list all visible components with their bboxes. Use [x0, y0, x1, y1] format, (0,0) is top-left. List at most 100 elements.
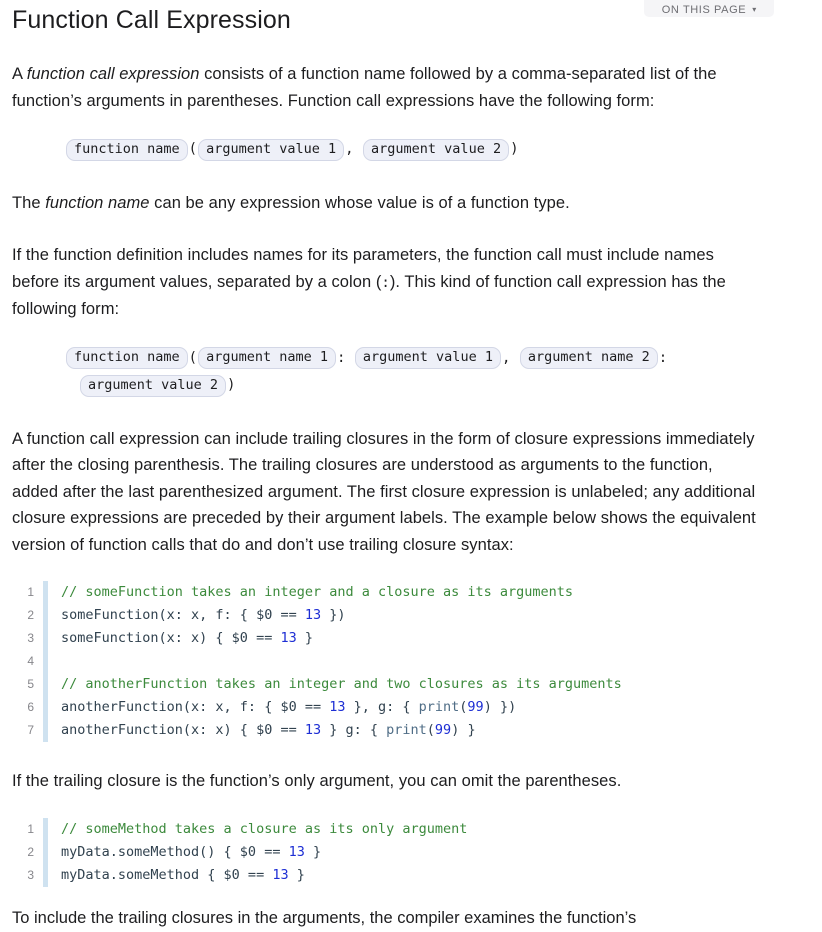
code-gutter-rule	[43, 673, 48, 696]
code-line-text: someFunction(x: x) { $0 == 13 }	[61, 627, 810, 650]
placeholder-argument-name-2: argument name 2	[519, 347, 658, 369]
code-token-plain: })	[321, 607, 346, 623]
code-token-func: print	[418, 699, 460, 715]
code-line-text: myData.someMethod() { $0 == 13 }	[61, 841, 810, 864]
code-token-comment: // anotherFunction takes an integer and …	[61, 676, 622, 692]
paragraph-named-parameters: If the function definition includes name…	[12, 242, 756, 323]
code-gutter-rule	[43, 604, 48, 627]
code-token-plain: someFunction(x: x) { $0 ==	[61, 630, 281, 646]
code-line-number: 1	[27, 585, 34, 599]
placeholder-argument-value-1: argument value 1	[198, 138, 345, 161]
paragraph-omit-parens: If the trailing closure is the function’…	[12, 772, 622, 790]
code-token-num: 13	[280, 630, 297, 646]
paragraph-function-name: The function name can be any expression …	[12, 190, 756, 217]
code-line: 2 myData.someMethod() { $0 == 13 }	[12, 840, 810, 864]
syntax-close-paren: )	[227, 377, 236, 393]
code-line-text: // anotherFunction takes an integer and …	[61, 673, 810, 696]
syntax-comma: ,	[501, 349, 511, 366]
placeholder-function-name: function name	[66, 347, 188, 369]
code-line: 7 anotherFunction(x: x) { $0 == 13 } g: {…	[12, 719, 810, 742]
code-gutter-rule	[43, 719, 48, 742]
code-line: 2 someFunction(x: x, f: { $0 == 13 })	[12, 604, 810, 627]
paragraph-function-name-rest: can be any expression whose value is of …	[149, 193, 570, 212]
code-line-number: 2	[27, 844, 34, 859]
code-gutter-rule	[43, 627, 48, 650]
code-line: 4	[12, 650, 810, 673]
syntax-open-paren: (	[188, 141, 198, 157]
code-line: 6 anotherFunction(x: x, f: { $0 == 13 }, …	[12, 696, 810, 719]
code-token-num: 13	[304, 607, 322, 623]
syntax-close-paren: )	[510, 141, 519, 157]
code-gutter-rule	[43, 863, 48, 887]
code-line: 1 // someFunction takes an integer and a …	[12, 581, 810, 604]
code-token-plain: }	[288, 866, 305, 883]
chevron-down-icon: ▾	[752, 5, 757, 14]
syntax-colon-2: :	[658, 349, 668, 366]
code-token-plain: }	[296, 630, 313, 646]
code-token-plain: }	[304, 843, 322, 860]
code-token-num: 13	[304, 722, 322, 738]
code-token-num: 99	[467, 699, 484, 715]
syntax-form-named-line-2: argument value 2)	[66, 372, 810, 400]
code-line-number: 6	[27, 700, 34, 714]
paragraph-intro-emphasis: function call expression	[26, 65, 200, 83]
code-line: 5 // anotherFunction takes an integer and…	[12, 673, 810, 696]
paragraph-compiler-examines: To include the trailing closures in the …	[12, 909, 637, 927]
code-block-trailing-closures[interactable]: 1 // someFunction takes an integer and a …	[12, 581, 810, 742]
code-token-plain: myData.someMethod() { $0 ==	[61, 843, 289, 860]
on-this-page-dropdown[interactable]: ON THIS PAGE ▾	[644, 0, 774, 17]
code-line-text: anotherFunction(x: x, f: { $0 == 13 }, g…	[61, 696, 810, 719]
inline-code-colon: :	[381, 274, 390, 291]
paragraph-function-name-lead: The	[12, 193, 46, 212]
code-line-number: 1	[27, 821, 34, 836]
code-line-text: myData.someMethod { $0 == 13 }	[61, 864, 810, 887]
syntax-comma: ,	[345, 141, 354, 157]
placeholder-argument-name-1: argument name 1	[198, 347, 337, 369]
code-token-num: 99	[434, 722, 452, 738]
code-line-text	[61, 650, 810, 673]
placeholder-argument-value-1: argument value 1	[354, 347, 501, 369]
code-line-text: // someFunction takes an integer and a c…	[61, 581, 810, 604]
code-block-omit-parens[interactable]: 1 // someMethod takes a closure as its on…	[12, 817, 810, 887]
on-this-page-label: ON THIS PAGE	[661, 4, 747, 16]
article-content: Function Call Expression A function call…	[0, 5, 822, 887]
code-token-plain: }, g: {	[345, 699, 419, 715]
code-line: 3 myData.someMethod { $0 == 13 }	[12, 863, 810, 887]
code-line: 3 someFunction(x: x) { $0 == 13 }	[12, 627, 810, 650]
code-line-number: 5	[27, 677, 34, 691]
placeholder-function-name: function name	[66, 138, 188, 161]
code-gutter-rule	[43, 817, 48, 841]
code-gutter-rule	[43, 581, 48, 604]
code-gutter-rule	[43, 650, 48, 673]
code-line-number: 3	[27, 631, 34, 645]
code-token-func: print	[386, 722, 427, 738]
code-line-text: // someMethod takes a closure as its onl…	[61, 818, 810, 841]
paragraph-intro-lead: A	[12, 65, 27, 83]
code-token-plain: } g: {	[321, 722, 387, 738]
code-line: 1 // someMethod takes a closure as its on…	[12, 817, 810, 841]
code-token-comment: // someFunction takes an integer and a c…	[61, 584, 574, 600]
code-token-plain: (	[426, 722, 435, 738]
syntax-colon-1: :	[337, 349, 346, 366]
syntax-form-named: function name(argument name 1: argument …	[12, 345, 810, 400]
code-token-num: 13	[288, 843, 305, 860]
placeholder-argument-value-2: argument value 2	[363, 138, 510, 161]
paragraph-function-name-emphasis: function name	[45, 193, 150, 212]
code-token-plain: anotherFunction(x: x, f: { $0 ==	[61, 699, 330, 715]
code-gutter-rule	[43, 696, 48, 719]
code-token-plain: myData.someMethod { $0 ==	[61, 866, 273, 883]
code-gutter-rule	[43, 840, 48, 864]
placeholder-argument-value-2: argument value 2	[80, 374, 227, 397]
code-line-number: 2	[27, 608, 34, 622]
code-line-number: 3	[27, 867, 34, 882]
code-line-text: someFunction(x: x, f: { $0 == 13 })	[61, 604, 810, 627]
code-line-number: 4	[27, 654, 34, 668]
code-token-num: 13	[272, 866, 289, 883]
code-token-num: 13	[329, 699, 346, 715]
code-token-plain: anotherFunction(x: x) { $0 ==	[61, 722, 305, 738]
code-token-plain: ) })	[483, 699, 517, 715]
code-line-text: anotherFunction(x: x) { $0 == 13 } g: { …	[61, 719, 810, 742]
syntax-form-basic: function name(argument value 1, argument…	[12, 136, 810, 164]
paragraph-intro: A function call expression consists of a…	[12, 61, 756, 114]
code-token-plain: ) }	[451, 722, 476, 738]
